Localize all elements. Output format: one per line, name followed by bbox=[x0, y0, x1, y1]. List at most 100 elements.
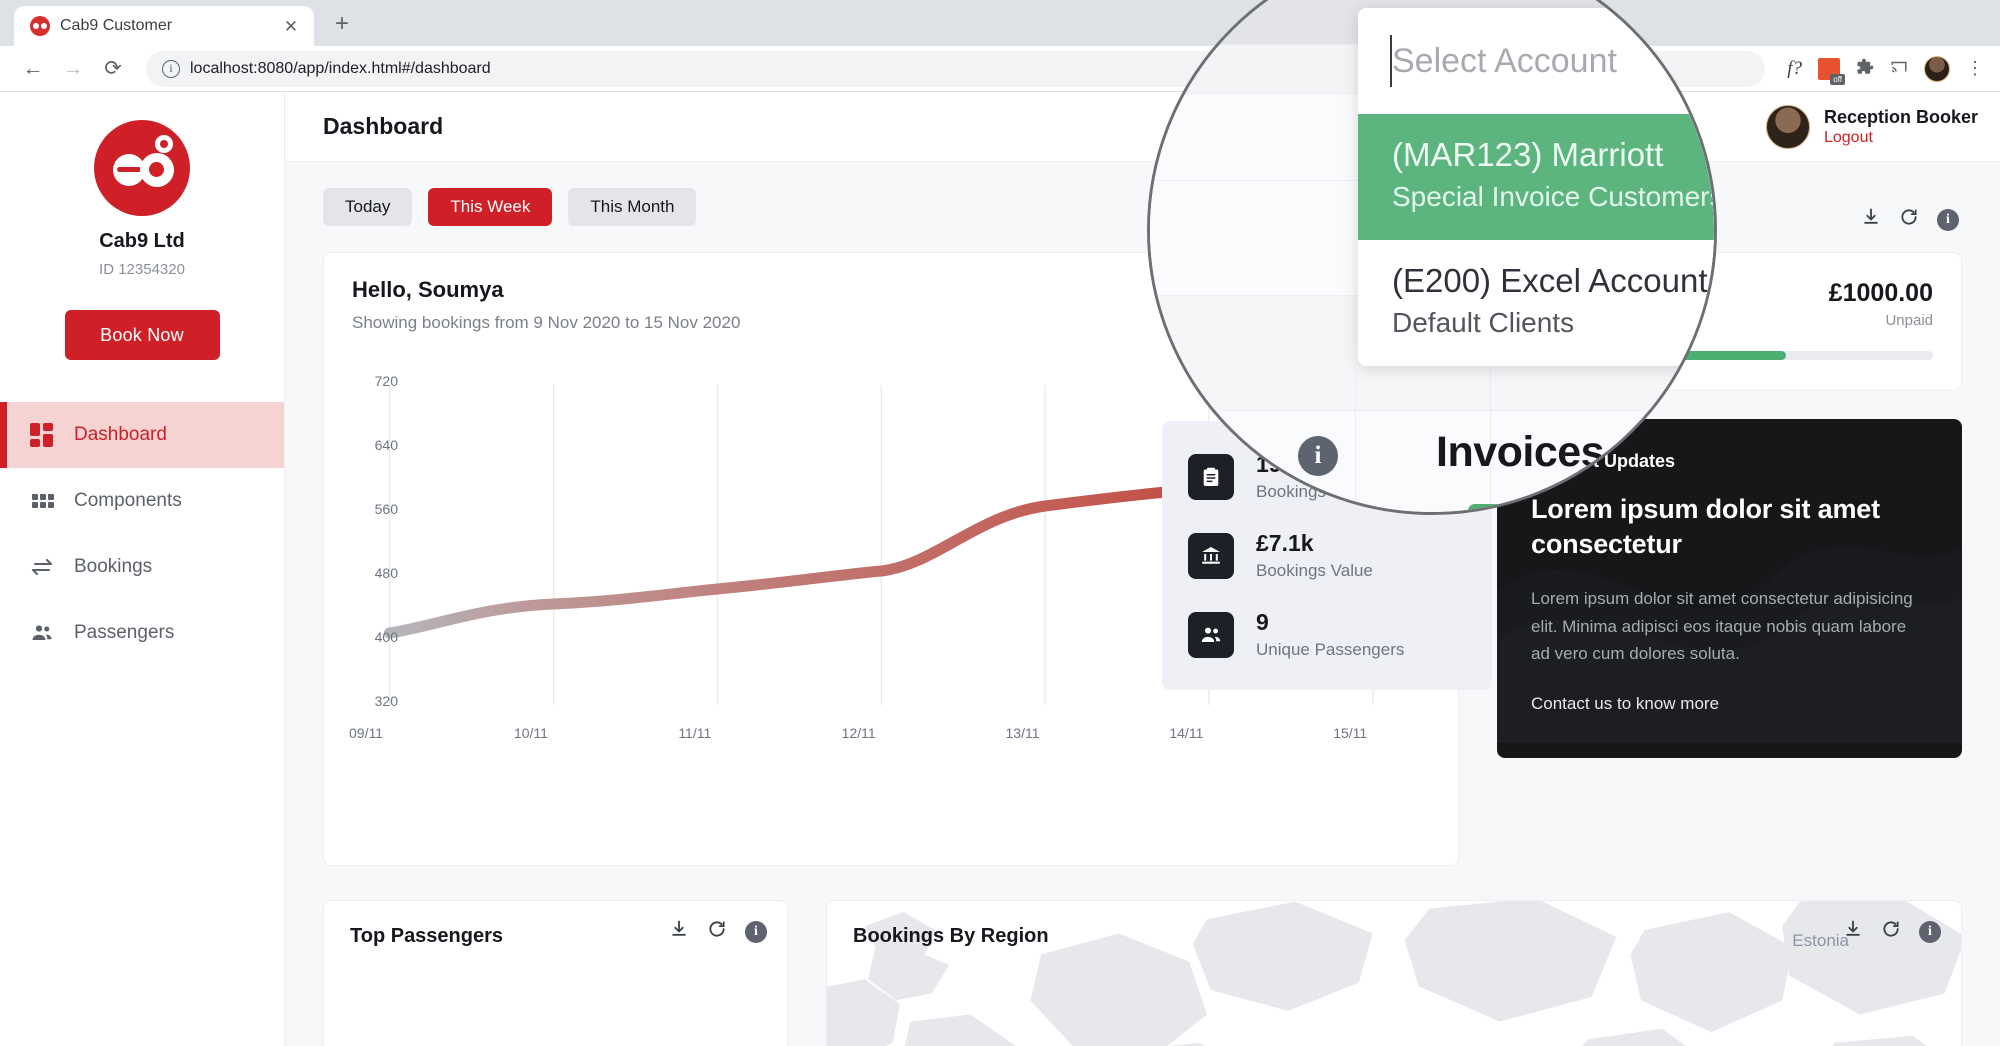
people-icon bbox=[30, 621, 54, 645]
account-option-excel[interactable]: (E200) Excel Account Default Clients bbox=[1358, 240, 1714, 366]
card-actions: i bbox=[1843, 919, 1941, 944]
download-icon[interactable] bbox=[1843, 919, 1863, 944]
info-icon[interactable]: i bbox=[1919, 920, 1941, 943]
contact-us-link[interactable]: Contact us to know more bbox=[1531, 694, 1928, 714]
bank-icon bbox=[1188, 532, 1234, 579]
browser-profile-avatar[interactable] bbox=[1924, 55, 1950, 82]
filter-this-week[interactable]: This Week bbox=[428, 188, 553, 226]
sidebar-item-passengers[interactable]: Passengers bbox=[0, 600, 284, 666]
top-passengers-card: i Top Passengers bbox=[323, 900, 788, 1046]
x-tick: 11/11 bbox=[678, 725, 712, 741]
invoices-amount: £1000.00 bbox=[1828, 279, 1933, 307]
refresh-icon[interactable] bbox=[1881, 919, 1901, 944]
y-tick: 400 bbox=[374, 629, 398, 645]
x-tick: 15/11 bbox=[1333, 725, 1368, 741]
site-info-icon[interactable]: i bbox=[162, 59, 180, 78]
chart-x-axis: 09/11 10/11 11/11 12/11 13/11 14/11 15/1… bbox=[349, 725, 1430, 749]
x-tick: 12/11 bbox=[841, 725, 876, 741]
sidebar-item-bookings[interactable]: Bookings bbox=[0, 534, 284, 600]
extension-off-badge-icon[interactable] bbox=[1818, 57, 1845, 85]
new-tab-button[interactable]: + bbox=[322, 4, 362, 44]
chart-y-axis: 720 640 560 480 400 320 bbox=[342, 373, 402, 709]
back-icon[interactable]: ← bbox=[16, 52, 50, 86]
main-region: Dashboard Reception Booker Logout Today … bbox=[285, 92, 2000, 1046]
card-title: Bookings By Region bbox=[853, 925, 1049, 947]
product-updates-body: Lorem ipsum dolor sit amet consectetur a… bbox=[1531, 589, 1913, 664]
dashboard-bottom-row: i Top Passengers Estonia i Bookings By R… bbox=[323, 900, 1962, 1046]
account-option-sub: Special Invoice Customers bbox=[1392, 180, 1717, 212]
stat-value: £7.1k bbox=[1256, 530, 1314, 556]
components-grid-icon bbox=[30, 489, 54, 513]
stat-bookings-value: £7.1k Bookings Value bbox=[1188, 530, 1466, 581]
swap-arrows-icon bbox=[30, 555, 54, 579]
sidebar: Cab9 Ltd ID 12354320 Book Now Dashboard … bbox=[0, 92, 285, 1046]
y-tick: 560 bbox=[374, 501, 398, 517]
cast-icon[interactable] bbox=[1890, 58, 1908, 79]
magnifier-lens: f? Select Account (MAR123) Marriott Spec… bbox=[1147, 0, 1717, 515]
puzzle-extension-icon[interactable] bbox=[1856, 58, 1874, 79]
stat-value: 9 bbox=[1256, 609, 1269, 635]
card-actions: i bbox=[1861, 207, 1959, 232]
y-tick: 480 bbox=[374, 565, 398, 581]
sidebar-item-components[interactable]: Components bbox=[0, 468, 284, 534]
top-bar: Dashboard Reception Booker Logout bbox=[285, 92, 2000, 162]
sidebar-nav: Dashboard Components Bookings Passengers bbox=[0, 402, 284, 666]
sidebar-item-label: Bookings bbox=[74, 556, 153, 577]
x-tick: 13/11 bbox=[1005, 725, 1040, 741]
address-bar-url: localhost:8080/app/index.html#/dashboard bbox=[190, 59, 491, 77]
brand-name: Cab9 Ltd bbox=[99, 230, 185, 252]
stat-label: Bookings Value bbox=[1256, 561, 1373, 580]
cab9-logo bbox=[94, 120, 190, 216]
download-icon[interactable] bbox=[669, 919, 689, 944]
brand-block: Cab9 Ltd ID 12354320 Book Now bbox=[0, 120, 284, 360]
brand-id: ID 12354320 bbox=[99, 261, 185, 278]
x-tick: 09/11 bbox=[349, 725, 383, 741]
sidebar-item-label: Components bbox=[74, 490, 182, 511]
y-tick: 640 bbox=[374, 437, 398, 453]
world-map-graphic bbox=[827, 901, 1961, 1046]
bookings-by-region-card: Estonia i Bookings By Region bbox=[826, 900, 1962, 1046]
user-menu[interactable]: Reception Booker Logout bbox=[1765, 104, 1978, 149]
y-tick: 320 bbox=[374, 693, 398, 709]
invoices-title-magnified: Invoices bbox=[1436, 428, 1605, 476]
browser-tab[interactable]: Cab9 Customer ✕ bbox=[14, 6, 314, 46]
fq-extension-icon[interactable]: f? bbox=[1787, 59, 1802, 78]
page-title: Dashboard bbox=[323, 113, 444, 139]
card-actions: i bbox=[669, 919, 767, 944]
map-shapes bbox=[827, 901, 1961, 1046]
dashboard-grid: i Hello, Soumya Showing bookings from 9 … bbox=[323, 208, 1962, 866]
y-tick: 720 bbox=[374, 373, 398, 389]
info-icon[interactable]: i bbox=[1937, 208, 1959, 231]
stat-label: Unique Passengers bbox=[1256, 640, 1405, 659]
cab9-favicon bbox=[30, 16, 50, 36]
refresh-icon[interactable] bbox=[707, 919, 727, 944]
info-icon[interactable]: i bbox=[745, 920, 767, 943]
browser-tab-title: Cab9 Customer bbox=[60, 17, 173, 34]
download-icon[interactable] bbox=[1861, 207, 1881, 232]
dashboard-grid-icon bbox=[30, 423, 54, 447]
browser-toolbar-icons: f? ⋮ bbox=[1781, 55, 1984, 85]
sidebar-item-dashboard[interactable]: Dashboard bbox=[0, 402, 284, 468]
forward-icon[interactable]: → bbox=[56, 52, 90, 86]
invoices-status: Unpaid bbox=[1885, 312, 1933, 329]
filter-this-month[interactable]: This Month bbox=[568, 188, 697, 226]
account-search-input[interactable]: Select Account bbox=[1358, 8, 1714, 114]
reload-icon[interactable]: ⟳ bbox=[96, 52, 130, 86]
filter-today[interactable]: Today bbox=[323, 188, 413, 226]
close-icon[interactable]: ✕ bbox=[280, 18, 302, 35]
kebab-menu-icon[interactable]: ⋮ bbox=[1966, 58, 1984, 79]
avatar bbox=[1765, 104, 1810, 149]
people-icon bbox=[1188, 611, 1234, 658]
logout-link[interactable]: Logout bbox=[1824, 129, 1978, 147]
stat-unique-passengers: 9 Unique Passengers bbox=[1188, 609, 1466, 660]
account-select-dropdown[interactable]: Select Account (MAR123) Marriott Special… bbox=[1358, 8, 1717, 366]
account-search-placeholder: Select Account bbox=[1392, 41, 1617, 80]
dashboard-content: Today This Week This Month Hello, Soumya… bbox=[285, 162, 2000, 1046]
text-caret bbox=[1390, 35, 1392, 87]
sidebar-item-label: Passengers bbox=[74, 622, 175, 643]
book-now-button[interactable]: Book Now bbox=[64, 310, 220, 360]
account-option-marriott[interactable]: (MAR123) Marriott Special Invoice Custom… bbox=[1358, 114, 1717, 240]
sidebar-item-label: Dashboard bbox=[74, 424, 167, 445]
info-icon-magnified: i bbox=[1298, 436, 1338, 476]
refresh-icon[interactable] bbox=[1899, 207, 1919, 232]
